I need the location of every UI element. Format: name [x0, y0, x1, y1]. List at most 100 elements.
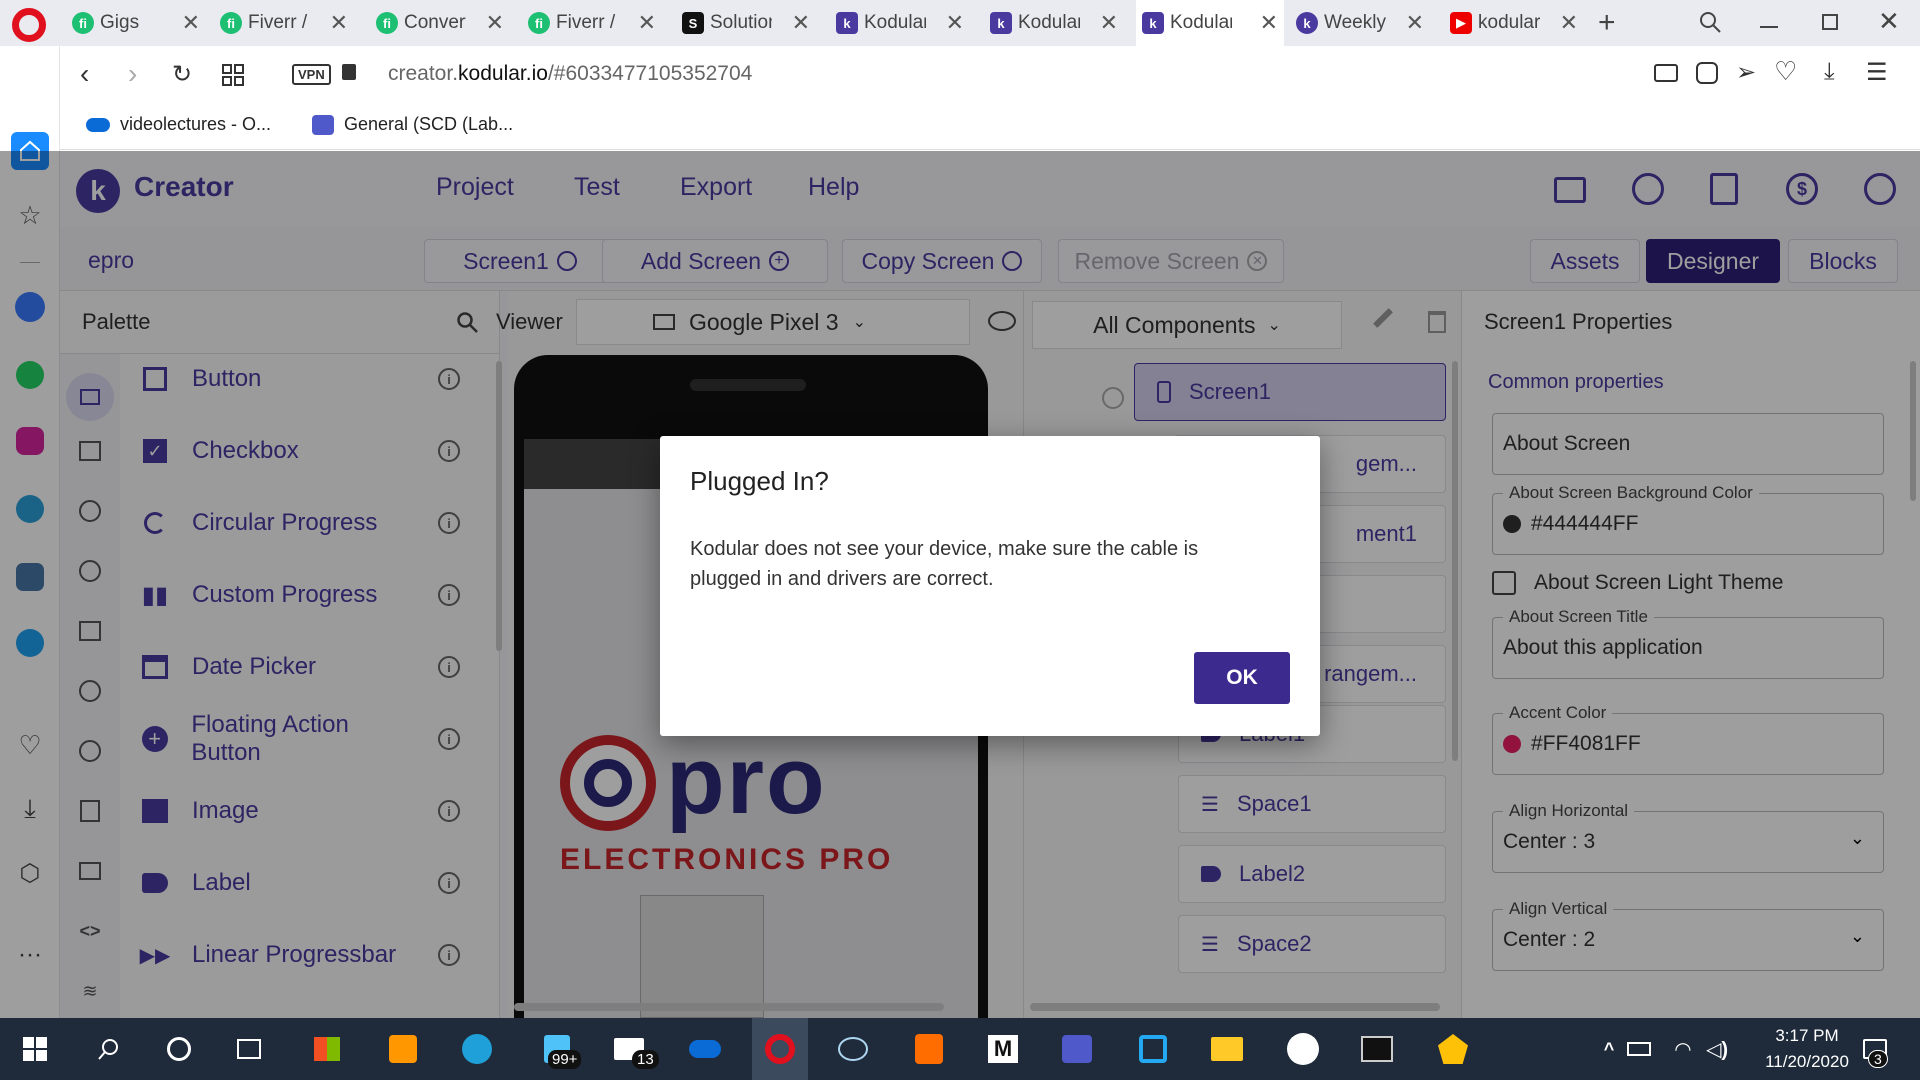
- close-icon[interactable]: ✕: [330, 10, 348, 36]
- tab-title: Kodular S: [1018, 12, 1080, 33]
- url-path: /#6033477105352704: [547, 62, 753, 85]
- tab-title: kodular l: [1478, 12, 1540, 33]
- send-icon[interactable]: ➢: [1736, 58, 1756, 87]
- windows-start-icon[interactable]: [16, 1031, 54, 1067]
- windows-taskbar: 99+ 13 M ^ ◠ ◁) 3:17 PM 11/20/2020 3: [0, 1018, 1920, 1080]
- bookmark-label: General (SCD (Lab...: [344, 114, 514, 134]
- kodular-icon: k: [836, 12, 858, 34]
- download-icon[interactable]: ⤓: [1824, 58, 1835, 86]
- onedrive-icon: [86, 117, 110, 132]
- browser-tab[interactable]: k Weekly t ✕: [1290, 6, 1430, 40]
- back-icon[interactable]: ‹: [80, 58, 89, 90]
- search-icon[interactable]: [1698, 10, 1722, 34]
- tab-title: Kodular C: [864, 12, 926, 33]
- solutions-icon: S: [682, 12, 704, 34]
- battery-icon[interactable]: [1620, 1031, 1658, 1067]
- bookmarks-bar: videolectures - O... General (SCD (Lab..…: [60, 104, 1920, 150]
- fiverr-icon: fi: [376, 12, 398, 34]
- pdf-app-icon[interactable]: [910, 1031, 948, 1067]
- close-icon[interactable]: ✕: [182, 10, 200, 36]
- camera-icon[interactable]: [1654, 64, 1678, 82]
- browser-tab-active[interactable]: k Kodular C ✕: [1136, 0, 1284, 46]
- url-prefix: creator.: [388, 62, 459, 85]
- plugged-in-dialog: Plugged In? Kodular does not see your de…: [660, 436, 1320, 736]
- close-icon[interactable]: ✕: [1560, 10, 1578, 36]
- bookmark-label: videolectures - O...: [120, 114, 272, 134]
- task-view-icon[interactable]: [230, 1031, 268, 1067]
- clock-time[interactable]: 3:17 PM: [1752, 1026, 1862, 1046]
- lock-icon: [342, 64, 356, 80]
- url-domain: kodular.io: [458, 62, 548, 85]
- tab-title: Fiverr / a: [556, 12, 618, 33]
- tab-title: Convert: [404, 12, 466, 33]
- tab-title: Gigs: [100, 12, 140, 33]
- close-icon[interactable]: ✕: [1260, 10, 1278, 36]
- heart-icon[interactable]: ♡: [1774, 56, 1797, 87]
- volume-icon[interactable]: ◁): [1698, 1031, 1736, 1067]
- kodular-icon: k: [990, 12, 1012, 34]
- onedrive-icon[interactable]: [686, 1031, 724, 1067]
- folder-icon[interactable]: [1208, 1031, 1246, 1067]
- browser-tab[interactable]: fi Convert ✕: [370, 6, 510, 40]
- close-icon[interactable]: ✕: [1406, 10, 1424, 36]
- vpn-badge[interactable]: VPN: [292, 64, 331, 85]
- opera-icon[interactable]: [752, 1018, 808, 1080]
- terminal-icon[interactable]: [1358, 1031, 1396, 1067]
- notification-badge: 3: [1868, 1050, 1888, 1068]
- m-app-icon[interactable]: M: [984, 1031, 1022, 1067]
- browser-tab[interactable]: fi Fiverr / S ✕: [214, 6, 354, 40]
- minimize-icon[interactable]: [1760, 26, 1778, 28]
- restore-icon[interactable]: [1822, 14, 1838, 30]
- wifi-icon[interactable]: ◠: [1664, 1031, 1702, 1067]
- mail-app-icon[interactable]: [1284, 1031, 1322, 1067]
- fiverr-icon: fi: [220, 12, 242, 34]
- tabs-grid-icon[interactable]: [222, 64, 244, 86]
- teams-icon[interactable]: [1058, 1031, 1096, 1067]
- reload-icon[interactable]: ↻: [172, 60, 192, 89]
- close-icon[interactable]: ✕: [1100, 10, 1118, 36]
- browser-tab[interactable]: k Kodular C ✕: [830, 6, 970, 40]
- forward-icon[interactable]: ›: [128, 58, 137, 90]
- new-tab-icon[interactable]: +: [1598, 6, 1616, 40]
- teams-icon: [312, 114, 334, 135]
- store-icon[interactable]: [308, 1031, 346, 1067]
- vscode-icon[interactable]: [1134, 1031, 1172, 1067]
- browser-tab-bar: fi Gigs ✕ fi Fiverr / S ✕ fi Convert ✕ fi Fiver…: [0, 0, 1920, 46]
- adblock-icon[interactable]: [1696, 62, 1718, 84]
- browser-tab[interactable]: fi Gigs ✕: [66, 6, 206, 40]
- search-icon[interactable]: [90, 1031, 128, 1067]
- tab-title: Fiverr / S: [248, 12, 310, 33]
- address-bar-row: ‹ › ↻ VPN creator.kodular.io/#6033477105…: [60, 46, 1920, 104]
- settings-menu-icon[interactable]: ☰: [1866, 58, 1888, 87]
- close-icon[interactable]: ✕: [792, 10, 810, 36]
- fiverr-icon: fi: [72, 12, 94, 34]
- bookmark-item[interactable]: videolectures - O...: [86, 114, 271, 135]
- pentagon-app-icon[interactable]: [1434, 1031, 1472, 1067]
- dialog-message: Kodular does not see your device, make s…: [690, 538, 1199, 590]
- browser-tab[interactable]: k Kodular S ✕: [984, 6, 1124, 40]
- close-window-icon[interactable]: ✕: [1878, 6, 1900, 37]
- edge-icon[interactable]: [458, 1031, 496, 1067]
- clock-date[interactable]: 11/20/2020: [1746, 1052, 1868, 1072]
- tab-title: Weekly t: [1324, 12, 1386, 33]
- browser-tab[interactable]: fi Fiverr / a ✕: [522, 6, 662, 40]
- url-field[interactable]: creator.kodular.io/#6033477105352704: [388, 62, 752, 86]
- tab-title: Kodular C: [1170, 12, 1232, 33]
- browser-tab[interactable]: ▶ kodular l ✕: [1444, 6, 1584, 40]
- bookmark-item[interactable]: General (SCD (Lab...: [312, 114, 513, 135]
- close-icon[interactable]: ✕: [638, 10, 656, 36]
- browser-tab[interactable]: S Solution ✕: [676, 6, 816, 40]
- close-icon[interactable]: ✕: [946, 10, 964, 36]
- ok-button[interactable]: OK: [1194, 652, 1290, 704]
- sublime-icon[interactable]: [384, 1031, 422, 1067]
- kodular-icon: k: [1296, 12, 1318, 34]
- close-icon[interactable]: ✕: [486, 10, 504, 36]
- opera-logo-icon[interactable]: [12, 8, 46, 42]
- dialog-title: Plugged In?: [690, 466, 829, 496]
- kodular-icon: k: [1142, 12, 1164, 34]
- fiverr-icon: fi: [528, 12, 550, 34]
- satellite-app-icon[interactable]: [834, 1031, 872, 1067]
- mail-badge: 13: [632, 1050, 659, 1069]
- cortana-icon[interactable]: [160, 1031, 198, 1067]
- explorer-badge: 99+: [548, 1050, 582, 1069]
